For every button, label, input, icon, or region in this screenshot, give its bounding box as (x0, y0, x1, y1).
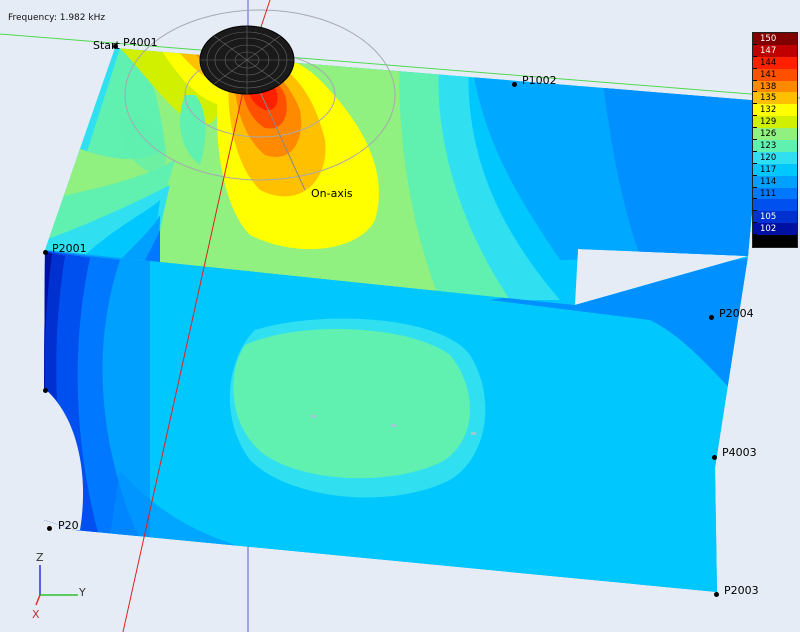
legend-entry: 150 (753, 33, 797, 45)
legend-entry: 114 (753, 175, 797, 188)
point-marker (47, 526, 52, 531)
legend-value: 117 (760, 164, 777, 175)
legend-entry: 135 (753, 92, 797, 105)
frequency-label: Frequency: 1.982 kHz (8, 13, 106, 23)
legend-entry: 117 (753, 163, 797, 176)
legend-entry: 141 (753, 68, 797, 81)
legend-value: 102 (760, 224, 777, 235)
point-marker (43, 388, 48, 393)
legend-entry: 111 (753, 187, 797, 200)
on-axis-label: On-axis (311, 187, 353, 200)
legend-entry: 102 (753, 223, 797, 236)
legend-entry (753, 199, 797, 212)
legend-entry: 144 (753, 56, 797, 69)
point-label-p20: P20 (58, 519, 79, 532)
point-label-p1002: P1002 (522, 74, 557, 87)
color-legend: 150 147 144 141 138 135 132 129 126 123 120 117 114 1… (752, 32, 798, 248)
legend-entry: 105 (753, 211, 797, 224)
legend-value: 141 (760, 69, 777, 80)
legend-value: 144 (760, 57, 777, 68)
point-label-p2003: P2003 (724, 584, 759, 597)
point-marker (712, 455, 717, 460)
legend-value: 138 (760, 81, 777, 92)
legend-value: 111 (760, 188, 777, 199)
legend-entry: 132 (753, 104, 797, 117)
legend-entry: 138 (753, 80, 797, 93)
legend-entry: 147 (753, 44, 797, 57)
axis-label-y: Y (79, 586, 86, 599)
legend-value: 147 (760, 45, 777, 56)
point-marker (714, 592, 719, 597)
legend-entry: 126 (753, 128, 797, 140)
axis-label-z: Z (36, 551, 44, 564)
point-marker (512, 82, 517, 87)
legend-value: 123 (760, 141, 777, 151)
legend-value: 114 (760, 176, 777, 187)
legend-value: 150 (760, 34, 777, 44)
3d-viewport[interactable]: Frequency: 1.982 kHz Start P4001 P1002 P… (0, 0, 800, 632)
legend-value: 135 (760, 93, 777, 104)
legend-entry (753, 235, 797, 247)
lower-plane (44, 250, 748, 592)
legend-value: 132 (760, 105, 777, 116)
legend-value: 126 (760, 129, 777, 140)
legend-value: 120 (760, 152, 777, 163)
point-label-p2004: P2004 (719, 307, 754, 320)
point-label-p4003: P4003 (722, 446, 757, 459)
legend-value: 105 (760, 212, 777, 223)
point-marker (113, 44, 118, 49)
legend-entry: 129 (753, 116, 797, 129)
field-plot[interactable] (0, 0, 800, 632)
legend-entry: 120 (753, 151, 797, 164)
legend-value: 129 (760, 117, 777, 128)
point-marker (43, 250, 48, 255)
legend-entry: 123 (753, 140, 797, 152)
axis-label-x: X (32, 608, 40, 621)
speaker-balloon (199, 25, 295, 95)
point-marker (709, 315, 714, 320)
axis-gizmo (35, 565, 78, 606)
point-label-p2001: P2001 (52, 242, 87, 255)
point-label-p4001: P4001 (123, 36, 158, 49)
